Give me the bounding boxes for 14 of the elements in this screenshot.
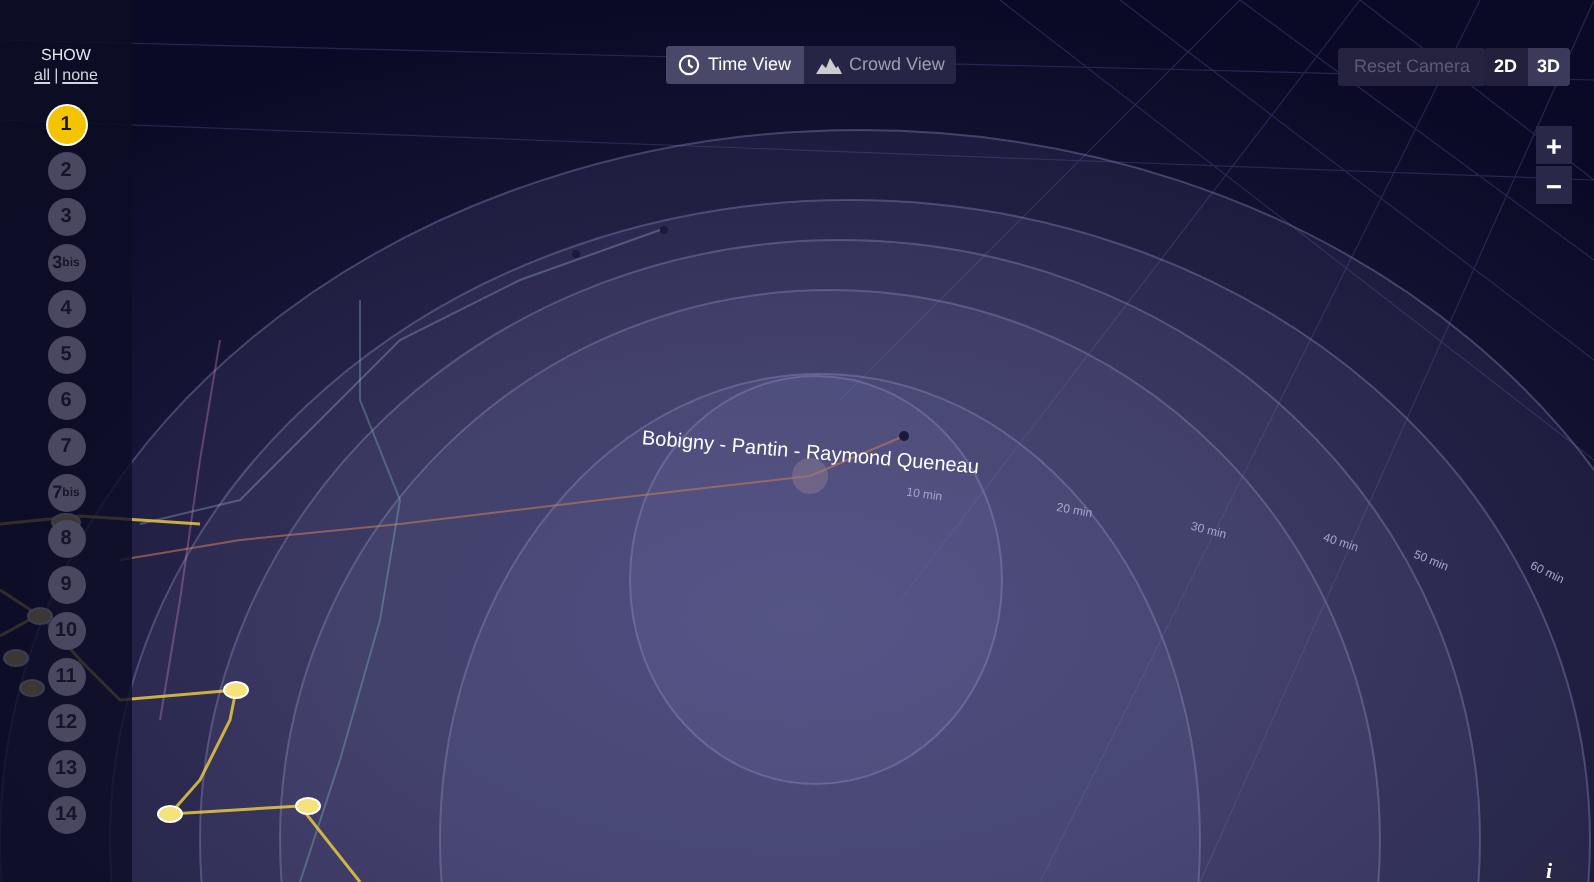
view-tab[interactable]: Crowd View: [803, 46, 957, 84]
show-label: SHOW: [41, 46, 91, 66]
station-label: Bobigny - Pantin - Raymond Queneau: [640, 426, 980, 484]
zoom-in-button[interactable]: +: [1536, 126, 1572, 164]
zoom-out-button[interactable]: −: [1536, 166, 1572, 204]
all-link[interactable]: all: [34, 66, 51, 86]
line-toggle[interactable]: 1: [47, 106, 85, 144]
view-tab[interactable]: Time View: [666, 46, 804, 84]
dimension-button[interactable]: 2D: [1484, 48, 1528, 86]
separator-text: |: [54, 66, 59, 86]
mountains-icon: [815, 57, 842, 73]
none-link[interactable]: none: [62, 66, 98, 86]
dimension-button[interactable]: 3D: [1527, 48, 1571, 86]
clock-icon: [678, 54, 700, 76]
